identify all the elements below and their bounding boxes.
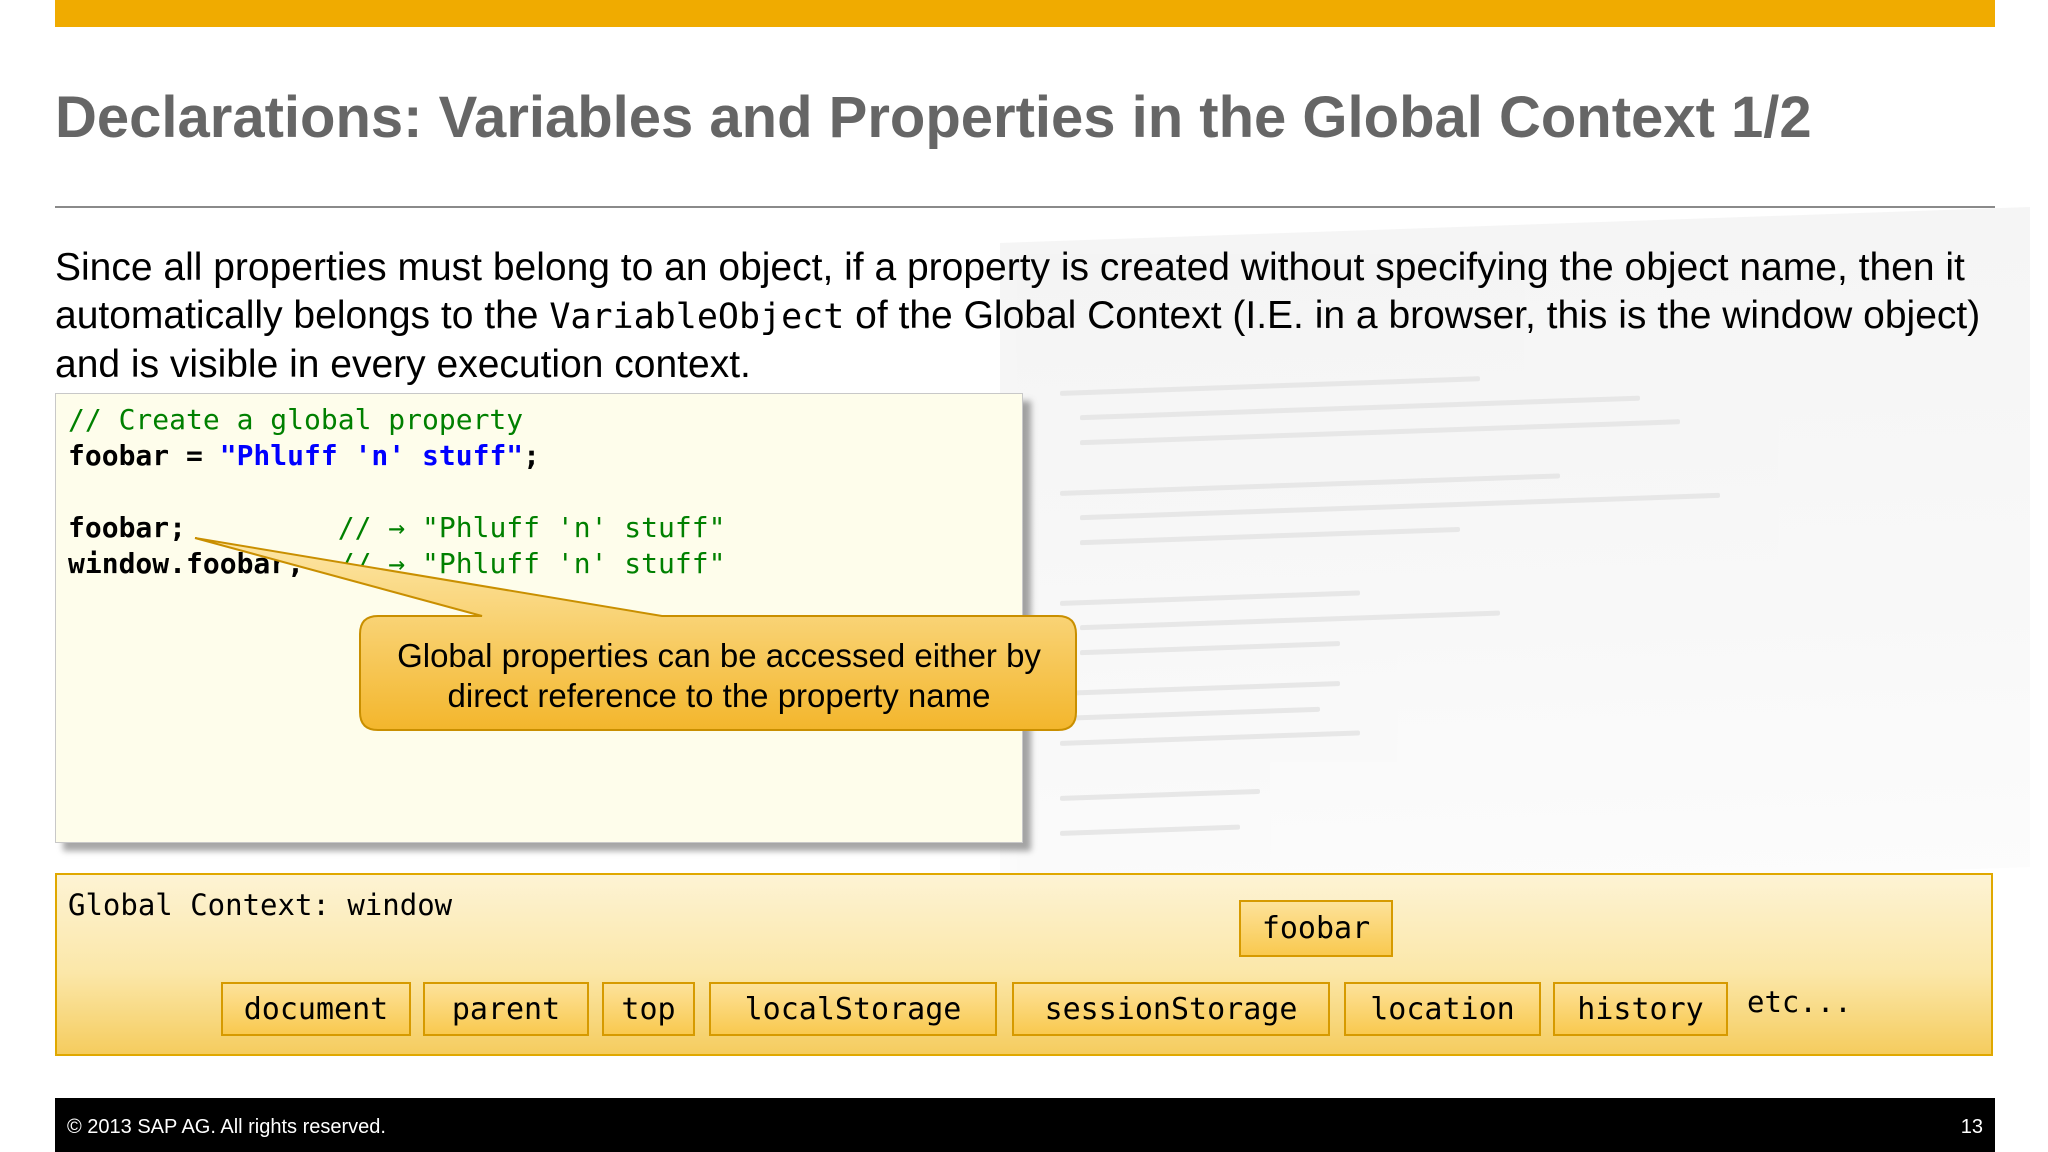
code-foobar-ref: foobar; bbox=[68, 511, 187, 544]
property-chip-sessionstorage: sessionStorage bbox=[1012, 982, 1330, 1036]
etc-label: etc... bbox=[1747, 985, 1852, 1019]
page-number: 13 bbox=[1960, 1116, 1983, 1138]
footer-bar: © 2013 SAP AG. All rights reserved. 13 bbox=[55, 1098, 1995, 1152]
global-context-label: Global Context: window bbox=[68, 888, 453, 922]
property-chip-location: location bbox=[1344, 982, 1541, 1036]
top-accent-bar bbox=[55, 0, 1995, 27]
property-chip-history: history bbox=[1553, 982, 1728, 1036]
slide-title: Declarations: Variables and Properties i… bbox=[55, 85, 1812, 150]
property-chip-top: top bbox=[602, 982, 695, 1036]
property-chip-parent: parent bbox=[423, 982, 589, 1036]
variable-object-code: VariableObject bbox=[549, 297, 845, 337]
code-result-comment-1: // → "Phluff 'n' stuff" bbox=[186, 511, 726, 544]
property-chip-foobar: foobar bbox=[1239, 900, 1393, 957]
callout-text: Global properties can be accessed either… bbox=[397, 637, 1041, 714]
title-divider bbox=[55, 206, 1995, 208]
code-block: // Create a global property foobar = "Ph… bbox=[68, 402, 725, 582]
property-chip-localstorage: localStorage bbox=[709, 982, 997, 1036]
code-comment-line: // Create a global property bbox=[68, 403, 524, 436]
code-window-foobar-ref: window.foobar; bbox=[68, 547, 305, 580]
code-assignment: foobar = bbox=[68, 439, 220, 472]
code-result-comment-2: // → "Phluff 'n' stuff" bbox=[304, 547, 726, 580]
body-paragraph: Since all properties must belong to an o… bbox=[55, 244, 2005, 389]
code-string: "Phluff 'n' stuff" bbox=[219, 439, 524, 472]
copyright-text: © 2013 SAP AG. All rights reserved. bbox=[67, 1116, 386, 1138]
code-example-box: // Create a global property foobar = "Ph… bbox=[55, 393, 1023, 843]
property-chip-document: document bbox=[221, 982, 411, 1036]
code-semicolon: ; bbox=[523, 439, 541, 472]
